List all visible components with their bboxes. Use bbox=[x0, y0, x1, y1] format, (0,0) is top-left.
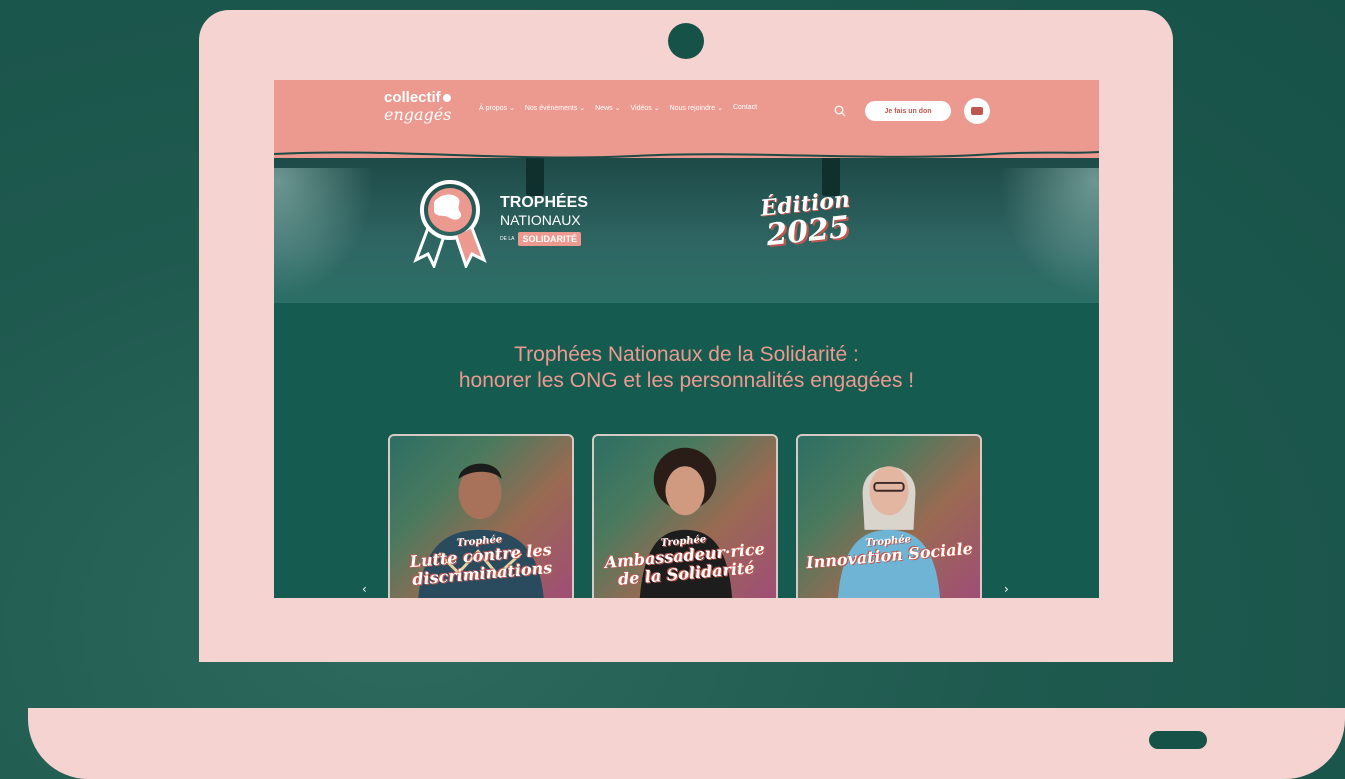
spotlight-right bbox=[999, 168, 1099, 298]
trophy-title: TROPHÉES NATIONAUX DE LA SOLIDARITÉ bbox=[500, 194, 589, 246]
nav-item-contact[interactable]: Contact bbox=[733, 104, 757, 112]
nav-item-rejoindre[interactable]: Nous rejoindre ⌄ bbox=[670, 104, 723, 112]
person-photo bbox=[837, 466, 941, 598]
donate-button[interactable]: Je fais un don bbox=[865, 101, 951, 121]
carousel-next-button[interactable]: › bbox=[1004, 582, 1009, 596]
award-card[interactable]: Trophée Innovation Sociale bbox=[796, 434, 982, 598]
award-card[interactable]: Trophée Ambassadeur·rice de la Solidarit… bbox=[592, 434, 778, 598]
search-icon[interactable] bbox=[834, 105, 846, 117]
nav-item-news[interactable]: News ⌄ bbox=[595, 104, 620, 112]
main-nav: À propos ⌄ Nos événements ⌄ News ⌄ Vidéo… bbox=[479, 104, 757, 112]
header-wave bbox=[274, 146, 1099, 159]
page-title: Trophées Nationaux de la Solidarité : ho… bbox=[458, 343, 915, 392]
power-indicator bbox=[1149, 731, 1207, 749]
trophy-emblem-icon bbox=[413, 180, 487, 268]
webcam-icon bbox=[668, 23, 704, 59]
laptop-screen: collectif engagés À propos ⌄ Nos événeme… bbox=[274, 80, 1099, 598]
site-logo[interactable]: collectif engagés bbox=[384, 90, 454, 134]
nav-item-videos[interactable]: Vidéos ⌄ bbox=[631, 104, 660, 112]
award-card[interactable]: Trophée Lutte contre les discriminations bbox=[388, 434, 574, 598]
nav-item-evenements[interactable]: Nos événements ⌄ bbox=[525, 104, 585, 112]
hero-banner bbox=[274, 158, 1099, 303]
youtube-icon[interactable] bbox=[964, 98, 990, 124]
carousel-prev-button[interactable]: ‹ bbox=[362, 582, 367, 596]
edition-badge: Édition 2025 bbox=[759, 186, 852, 254]
spotlight-left bbox=[274, 168, 374, 298]
nav-item-a-propos[interactable]: À propos ⌄ bbox=[479, 104, 515, 112]
laptop-base bbox=[28, 708, 1345, 779]
